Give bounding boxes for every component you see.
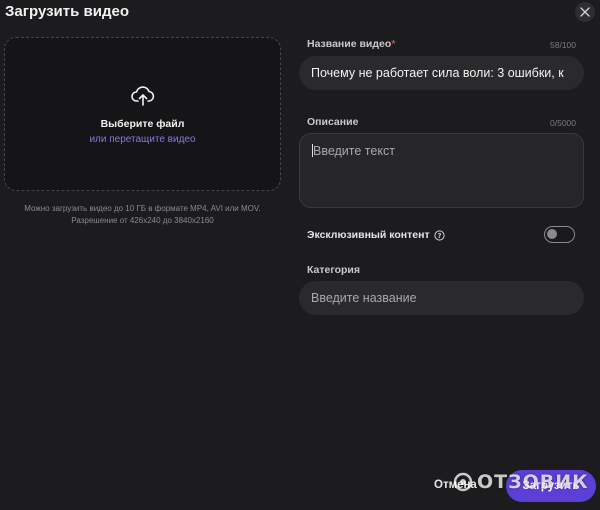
title-char-counter: 58/100	[550, 40, 576, 50]
description-char-counter: 0/5000	[550, 118, 576, 128]
exclusive-content-toggle[interactable]	[544, 226, 575, 243]
description-field-label: Описание	[307, 116, 359, 128]
info-icon[interactable]: ?	[434, 229, 445, 241]
category-input[interactable]: Введите название	[299, 281, 584, 315]
otzovik-logo-icon	[453, 472, 473, 492]
category-field-label: Категория	[307, 264, 361, 276]
upload-icon	[130, 86, 154, 106]
title-label-text: Название видео	[307, 38, 392, 50]
title-input[interactable]: Почему не работает сила воли: 3 ошибки, …	[299, 56, 584, 90]
close-icon	[580, 7, 590, 17]
required-mark: *	[391, 38, 396, 50]
dialog-title: Загрузить видео	[5, 3, 129, 20]
upload-hint: Можно загрузить видео до 10 ГБ в формате…	[4, 203, 281, 227]
exclusive-content-text: Эксклюзивный контент	[307, 229, 430, 241]
description-textarea[interactable]: Введите текст	[299, 133, 584, 208]
close-button[interactable]	[575, 2, 595, 22]
upload-video-dialog: Загрузить видео Выберите файл или перета…	[0, 0, 600, 510]
toggle-knob	[547, 229, 557, 239]
svg-text:?: ?	[437, 232, 441, 240]
title-field-label: Название видео*	[307, 38, 395, 50]
upload-hint-format: Можно загрузить видео до 10 ГБ в формате…	[24, 204, 261, 213]
choose-file-text: Выберите файл	[100, 118, 185, 130]
description-placeholder: Введите текст	[313, 144, 395, 158]
exclusive-content-label: Эксклюзивный контент ?	[307, 229, 445, 241]
watermark: ОТЗОВИК	[453, 471, 589, 493]
drag-video-link[interactable]: или перетащите видео	[89, 134, 195, 145]
video-dropzone[interactable]: Выберите файл или перетащите видео	[4, 37, 281, 191]
upload-hint-resolution: Разрешение от 426x240 до 3840x2160	[71, 216, 214, 225]
watermark-text: ОТЗОВИК	[477, 471, 589, 493]
